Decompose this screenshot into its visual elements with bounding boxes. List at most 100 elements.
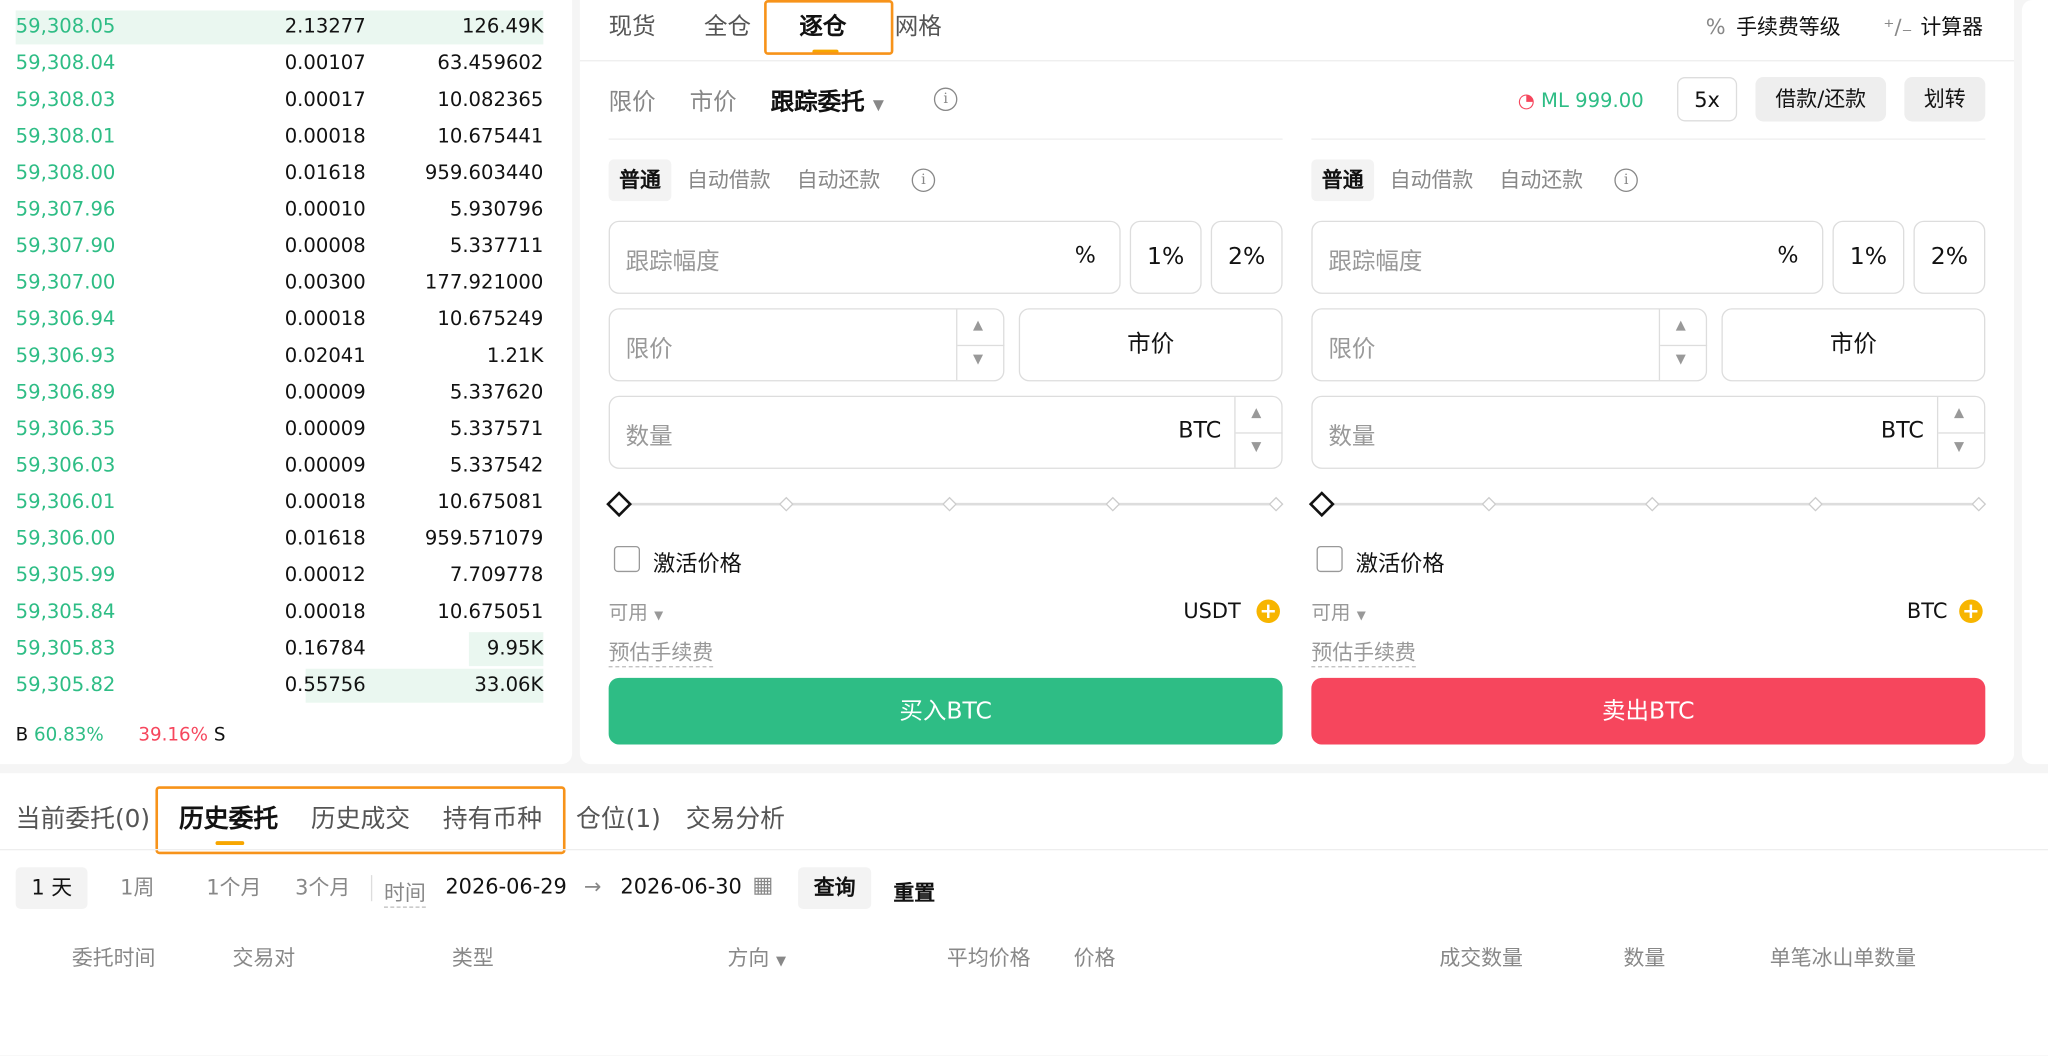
mode-auto-borrow-sell[interactable]: 自动借款 <box>1379 159 1484 201</box>
price-stepper[interactable]: ▲ ▼ <box>1658 309 1708 381</box>
order-book-row[interactable]: 59,308.03 0.00017 10.082365 <box>16 84 544 118</box>
stepper-up-icon[interactable]: ▲ <box>973 319 983 333</box>
transfer-button[interactable]: 划转 <box>1904 77 1986 122</box>
sell-button[interactable]: 卖出BTC <box>1311 677 1986 745</box>
mode-auto-borrow-buy[interactable]: 自动借款 <box>677 159 782 201</box>
slider-mark-100[interactable] <box>1268 496 1284 512</box>
slider-mark-25[interactable] <box>1481 496 1497 512</box>
order-book-row[interactable]: 59,308.01 0.00018 10.675441 <box>16 120 544 154</box>
qty-stepper[interactable]: ▲ ▼ <box>1234 397 1283 468</box>
order-book-row[interactable]: 59,306.35 0.00009 5.337571 <box>16 413 544 447</box>
order-book-row[interactable]: 59,307.90 0.00008 5.337711 <box>16 230 544 264</box>
slider-handle[interactable] <box>1308 491 1335 518</box>
available-dropdown-buy[interactable]: 可用 ▼ <box>609 598 663 625</box>
order-book-row[interactable]: 59,306.94 0.00018 10.675249 <box>16 303 544 337</box>
stepper-down-icon[interactable]: ▼ <box>1676 353 1686 367</box>
limit-price-field-sell[interactable]: 限价 ▲ ▼ <box>1311 308 1708 382</box>
date-to[interactable]: 2026-06-30 <box>620 874 741 899</box>
order-book-row[interactable]: 59,305.99 0.00012 7.709778 <box>16 559 544 593</box>
slider-mark-100[interactable] <box>1971 496 1987 512</box>
activate-price-checkbox-buy[interactable] <box>613 545 640 573</box>
stepper-up-icon[interactable]: ▲ <box>1954 406 1964 420</box>
info-icon[interactable]: i <box>911 168 936 192</box>
est-fee-buy[interactable]: 预估手续费 <box>608 635 714 668</box>
mode-auto-repay-sell[interactable]: 自动还款 <box>1489 159 1594 201</box>
order-book-row[interactable]: 59,306.01 0.00018 10.675081 <box>16 486 544 520</box>
slider-mark-50[interactable] <box>942 496 957 512</box>
tab-trade-analysis[interactable]: 交易分析 <box>686 799 785 834</box>
mode-auto-repay-buy[interactable]: 自动还款 <box>786 159 891 201</box>
info-icon[interactable]: i <box>933 87 958 112</box>
range-1-month[interactable]: 1个月 <box>191 867 277 909</box>
stepper-up-icon[interactable]: ▲ <box>1676 319 1686 333</box>
mode-normal-buy[interactable]: 普通 <box>608 159 672 202</box>
date-from[interactable]: 2026-06-29 <box>445 874 566 899</box>
info-icon[interactable]: i <box>1614 168 1638 192</box>
borrow-repay-button[interactable]: 借款/还款 <box>1755 77 1887 122</box>
price-stepper[interactable]: ▲ ▼ <box>956 309 1005 381</box>
order-type-trailing[interactable]: 跟踪委托 ▼ <box>771 84 884 118</box>
order-book-row[interactable]: 59,306.03 0.00009 5.337542 <box>16 449 544 483</box>
order-book-row[interactable]: 59,306.89 0.00009 5.337620 <box>16 376 544 410</box>
order-book-row[interactable]: 59,308.00 0.01618 959.603440 <box>16 157 544 191</box>
row-amount: 0.00018 <box>284 489 366 514</box>
trail-1pct-sell[interactable]: 1% <box>1832 220 1905 294</box>
plus-icon[interactable]: + <box>1959 599 1983 624</box>
trail-2pct-sell[interactable]: 2% <box>1913 220 1986 294</box>
order-type-limit[interactable]: 限价 <box>609 84 656 118</box>
leverage-button[interactable]: 5x <box>1677 77 1738 122</box>
tab-cross[interactable]: 全仓 <box>704 8 751 42</box>
order-book-row[interactable]: 59,308.04 0.00107 63.459602 <box>16 47 544 81</box>
range-1-week[interactable]: 1周 <box>104 867 170 909</box>
stepper-divider <box>1660 344 1708 347</box>
trail-amount-field-sell[interactable]: 跟踪幅度 % <box>1311 220 1824 294</box>
slider-mark-25[interactable] <box>778 496 794 512</box>
order-book-row[interactable]: 59,307.00 0.00300 177.921000 <box>16 266 544 300</box>
stepper-down-icon[interactable]: ▼ <box>1954 440 1964 454</box>
order-book-row[interactable]: 59,306.00 0.01618 959.571079 <box>16 522 544 556</box>
mode-normal-sell[interactable]: 普通 <box>1311 159 1375 202</box>
tab-grid[interactable]: 网格 <box>895 8 942 42</box>
range-3-months[interactable]: 3个月 <box>280 867 366 909</box>
trail-amount-field-buy[interactable]: 跟踪幅度 % <box>608 220 1121 294</box>
buy-button[interactable]: 买入BTC <box>608 677 1283 745</box>
tab-positions[interactable]: 仓位(1) <box>576 799 661 834</box>
fee-level-link[interactable]: % 手续费等级 <box>1706 9 1841 40</box>
stepper-down-icon[interactable]: ▼ <box>973 353 983 367</box>
qty-stepper[interactable]: ▲ ▼ <box>1936 397 1986 468</box>
calculator-link[interactable]: ⁺∕₋ 计算器 <box>1883 9 1983 40</box>
order-book-row[interactable]: 59,305.84 0.00018 10.675051 <box>16 596 544 630</box>
calendar-icon[interactable]: ▦ <box>752 872 773 898</box>
col-direction[interactable]: 方向 ▼ <box>728 940 787 971</box>
tab-spot[interactable]: 现货 <box>609 8 656 42</box>
order-type-market[interactable]: 市价 <box>690 84 737 118</box>
slider-mark-75[interactable] <box>1808 496 1823 512</box>
trail-2pct-buy[interactable]: 2% <box>1210 220 1283 294</box>
slider-handle[interactable] <box>606 491 633 518</box>
market-price-button-sell[interactable]: 市价 <box>1721 308 1986 382</box>
market-price-button-buy[interactable]: 市价 <box>1018 308 1283 382</box>
range-1-day[interactable]: 1 天 <box>15 867 88 910</box>
limit-price-field-buy[interactable]: 限价 ▲ ▼ <box>608 308 1005 382</box>
stepper-down-icon[interactable]: ▼ <box>1251 440 1261 454</box>
est-fee-sell[interactable]: 预估手续费 <box>1311 635 1416 668</box>
quantity-field-buy[interactable]: 数量 BTC ▲ ▼ <box>608 395 1283 469</box>
activate-price-checkbox-sell[interactable] <box>1316 545 1343 573</box>
row-amount: 0.00018 <box>284 599 366 624</box>
order-book-row[interactable]: 59,305.83 0.16784 9.95K <box>16 632 544 667</box>
plus-icon[interactable]: + <box>1256 599 1280 624</box>
trail-1pct-buy[interactable]: 1% <box>1129 220 1202 294</box>
tab-open-orders[interactable]: 当前委托(0) <box>16 799 150 834</box>
order-book-row[interactable]: 59,307.96 0.00010 5.930796 <box>16 193 544 227</box>
reset-button[interactable]: 重置 <box>893 875 935 906</box>
available-dropdown-sell[interactable]: 可用 ▼ <box>1311 598 1365 625</box>
slider-mark-50[interactable] <box>1644 496 1660 512</box>
slider-mark-75[interactable] <box>1105 496 1121 512</box>
stepper-up-icon[interactable]: ▲ <box>1251 406 1261 420</box>
quantity-field-sell[interactable]: 数量 BTC ▲ ▼ <box>1311 395 1986 469</box>
order-book-row[interactable]: 59,308.05 2.13277 126.49K <box>15 10 543 45</box>
caret-down-icon: ▼ <box>775 954 787 970</box>
order-book-row[interactable]: 59,305.82 0.55756 33.06K <box>16 668 544 703</box>
order-book-row[interactable]: 59,306.93 0.02041 1.21K <box>16 340 544 374</box>
query-button[interactable]: 查询 <box>798 867 872 910</box>
